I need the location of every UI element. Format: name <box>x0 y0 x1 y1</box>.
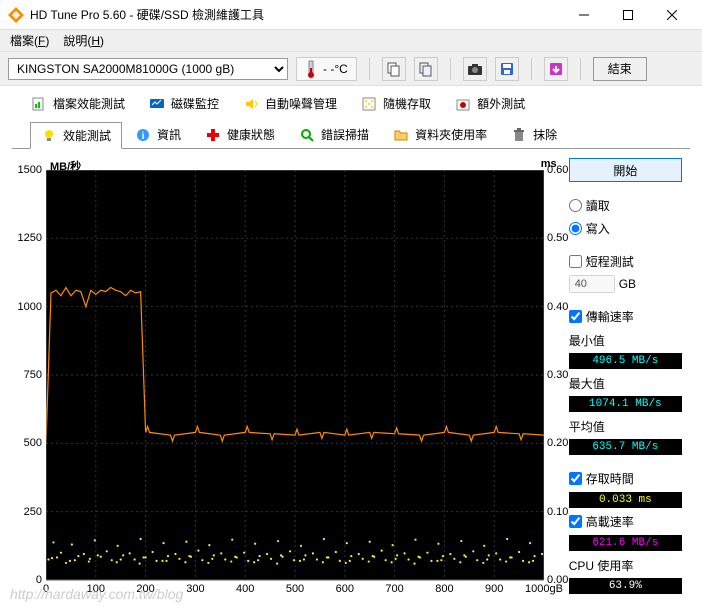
exit-button[interactable]: 結束 <box>593 57 647 81</box>
minimize-button[interactable] <box>562 0 606 30</box>
read-label: 讀取 <box>586 197 610 214</box>
tabs-row-2: 效能測試 i資訊 健康狀態 錯誤掃描 資料夾使用率 抹除 <box>0 117 702 148</box>
menubar: 檔案(F) 說明(H) <box>0 30 702 52</box>
info-icon: i <box>135 127 151 143</box>
extra-icon <box>455 96 471 112</box>
copy-screenshot-button[interactable] <box>414 57 438 81</box>
write-label: 寫入 <box>586 220 610 237</box>
tab-disk-monitor[interactable]: 磁碟監控 <box>138 90 230 117</box>
file-perf-icon <box>31 96 47 112</box>
cpu-value: 63.9% <box>569 578 682 594</box>
monitor-icon <box>149 96 165 112</box>
close-button[interactable] <box>650 0 694 30</box>
scan-icon <box>299 127 315 143</box>
tab-aam[interactable]: 自動噪聲管理 <box>232 90 348 117</box>
read-radio[interactable] <box>569 199 582 212</box>
benchmark-chart: MB/秒 ms 0250500750100012501500 0.000.100… <box>16 158 557 600</box>
short-test-size-input[interactable] <box>569 275 615 293</box>
tab-info[interactable]: i資訊 <box>124 121 192 148</box>
bulb-icon <box>41 127 57 143</box>
avg-label: 平均值 <box>569 418 682 435</box>
access-time-label: 存取時間 <box>586 470 634 487</box>
tab-error-scan[interactable]: 錯誤掃描 <box>288 121 380 148</box>
svg-text:i: i <box>142 131 145 142</box>
min-value: 496.5 MB/s <box>569 353 682 369</box>
transfer-rate-label: 傳輸速率 <box>586 308 634 325</box>
access-time-value: 0.033 ms <box>569 492 682 508</box>
tab-folder-usage[interactable]: 資料夾使用率 <box>382 121 498 148</box>
tab-erase[interactable]: 抹除 <box>500 121 568 148</box>
thermometer-icon <box>305 60 317 78</box>
tab-health[interactable]: 健康狀態 <box>194 121 286 148</box>
health-icon <box>205 127 221 143</box>
temperature-display: - -°C <box>296 57 357 81</box>
toolbar: KINGSTON SA2000M81000G (1000 gB) - -°C 結… <box>0 52 702 86</box>
burst-rate-label: 高載速率 <box>586 513 634 530</box>
avg-value: 635.7 MB/s <box>569 439 682 455</box>
tab-benchmark[interactable]: 效能測試 <box>30 122 122 149</box>
max-label: 最大值 <box>569 375 682 392</box>
menu-help[interactable]: 說明(H) <box>57 30 110 51</box>
start-button[interactable]: 開始 <box>569 158 682 182</box>
menu-file[interactable]: 檔案(F) <box>4 30 55 51</box>
temperature-value: - -°C <box>323 62 348 76</box>
window-title: HD Tune Pro 5.60 - 硬碟/SSD 檢測維護工具 <box>30 6 562 23</box>
max-value: 1074.1 MB/s <box>569 396 682 412</box>
short-test-label: 短程測試 <box>586 253 634 270</box>
short-test-unit: GB <box>619 277 636 291</box>
speaker-icon <box>243 96 259 112</box>
short-test-checkbox[interactable] <box>569 255 582 268</box>
tab-extra-tests[interactable]: 額外測試 <box>444 90 536 117</box>
access-time-checkbox[interactable] <box>569 472 582 485</box>
random-icon <box>361 96 377 112</box>
titlebar: HD Tune Pro 5.60 - 硬碟/SSD 檢測維護工具 <box>0 0 702 30</box>
controls-panel: 開始 讀取 寫入 短程測試 GB 傳輸速率 最小值 496.5 MB/s 最大值… <box>569 158 682 600</box>
save-button[interactable] <box>495 57 519 81</box>
app-icon <box>8 7 24 23</box>
folder-icon <box>393 127 409 143</box>
min-label: 最小值 <box>569 332 682 349</box>
drive-select[interactable]: KINGSTON SA2000M81000G (1000 gB) <box>8 58 288 80</box>
maximize-button[interactable] <box>606 0 650 30</box>
cpu-label: CPU 使用率 <box>569 557 682 574</box>
options-button[interactable] <box>544 57 568 81</box>
copy-info-button[interactable] <box>382 57 406 81</box>
tab-random-access[interactable]: 隨機存取 <box>350 90 442 117</box>
tab-file-benchmark[interactable]: 檔案效能測試 <box>20 90 136 117</box>
trash-icon <box>511 127 527 143</box>
tabs-row-1: 檔案效能測試 磁碟監控 自動噪聲管理 隨機存取 額外測試 <box>0 86 702 117</box>
screenshot-button[interactable] <box>463 57 487 81</box>
burst-rate-value: 621.6 MB/s <box>569 535 682 551</box>
